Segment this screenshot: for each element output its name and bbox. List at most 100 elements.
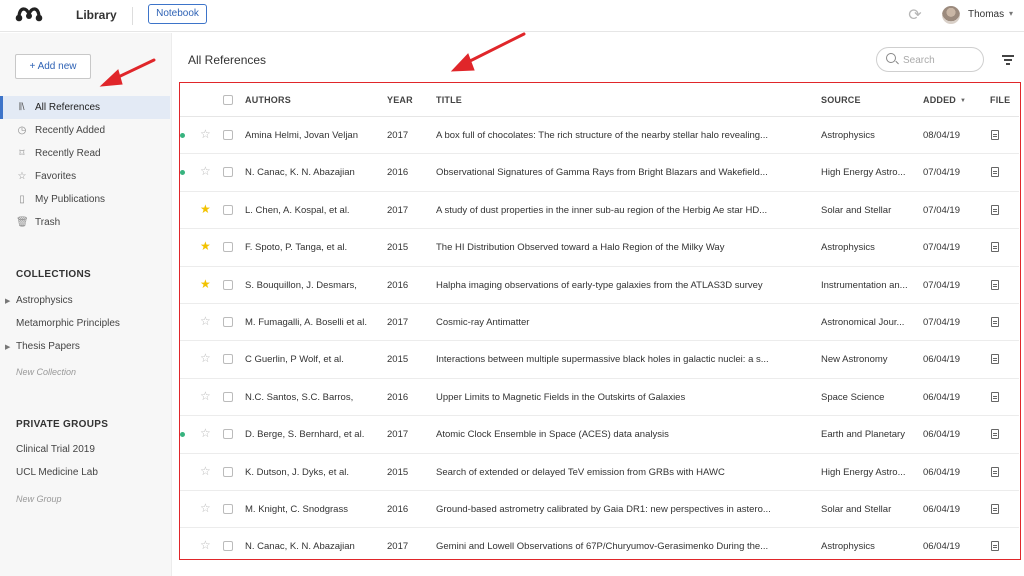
file-icon[interactable] [991,466,999,477]
column-year[interactable]: YEAR [387,95,413,105]
sidebar-item-label: My Publications [35,194,106,205]
cell-added: 06/04/19 [923,354,960,366]
column-authors[interactable]: AUTHORS [245,95,291,105]
mendeley-logo-icon[interactable] [14,5,44,23]
file-icon[interactable] [991,541,999,552]
row-checkbox[interactable] [223,317,233,327]
row-checkbox[interactable] [223,466,233,477]
table-row[interactable]: ☆ N. Canac, K. N. Abazajian 2016 Observatio… [180,154,1019,192]
cell-added: 06/04/19 [923,504,960,515]
table-row[interactable]: ★ L. Chen, A. Kospal, et al. 2017 A study o… [180,192,1019,230]
private-groups-heading: PRIVATE GROUPS [16,419,109,430]
row-checkbox[interactable] [223,204,233,215]
cell-year: 2016 [387,279,409,291]
table-row[interactable]: ☆ C Guerlin, P Wolf, et al. 2015 Interactio… [180,341,1019,379]
sidebar-item-recently-read[interactable]: ⌑ Recently Read [0,142,170,165]
sidebar: + Add new 𝄃\ All References ◷ Recently Adde… [0,33,172,576]
file-icon[interactable] [991,279,999,290]
search-box[interactable] [876,47,984,72]
file-icon[interactable] [991,317,999,327]
row-checkbox[interactable] [223,504,233,514]
favorite-star-icon[interactable]: ★ [200,239,211,253]
sync-icon[interactable]: ⟳ [906,7,924,25]
collection-item[interactable]: Thesis Papers [16,341,80,352]
sidebar-item-recently-added[interactable]: ◷ Recently Added [0,119,170,142]
cell-title: The HI Distribution Observed toward a Ha… [436,242,725,254]
cell-authors: N. Canac, K. N. Abazajian [245,167,355,179]
unread-dot-icon [180,170,185,176]
row-checkbox[interactable] [223,429,233,440]
row-checkbox[interactable] [223,167,233,178]
table-row[interactable]: ☆ M. Knight, C. Snodgrass 2016 Ground-based… [180,491,1019,529]
bookmark-icon: ⌑ [19,148,25,159]
favorite-star-icon[interactable]: ☆ [200,426,211,440]
table-row[interactable]: ☆ D. Berge, S. Bernhard, et al. 2017 Atomic… [180,416,1019,454]
row-checkbox[interactable] [223,279,233,290]
file-icon[interactable] [991,504,999,514]
file-icon[interactable] [991,167,999,178]
cell-title: A box full of chocolates: The rich struc… [436,130,768,141]
file-icon[interactable] [991,429,999,440]
notebook-button[interactable]: Notebook [148,4,207,24]
file-icon[interactable] [991,391,999,402]
user-name[interactable]: Thomas [968,9,1004,20]
collection-item[interactable]: Astrophysics [16,295,73,306]
cell-source: Solar and Stellar [821,204,892,216]
chevron-down-icon[interactable]: ▾ [1009,9,1013,18]
sidebar-item-favorites[interactable]: ☆ Favorites [0,165,170,188]
favorite-star-icon[interactable]: ★ [200,202,211,216]
file-icon[interactable] [991,242,999,253]
favorite-star-icon[interactable]: ☆ [200,351,211,365]
cell-added: 06/04/19 [923,391,960,403]
column-source[interactable]: SOURCE [821,95,861,105]
sidebar-item-trash[interactable]: 🗑 Trash [0,211,170,234]
table-row[interactable]: ☆ K. Dutson, J. Dyks, et al. 2015 Search of… [180,454,1019,491]
add-new-button[interactable]: + Add new [15,54,91,79]
library-icon: 𝄃\ [19,102,25,113]
row-checkbox[interactable] [223,242,233,253]
cell-source: New Astronomy [821,354,888,366]
favorite-star-icon[interactable]: ★ [200,277,211,291]
sidebar-item-all-references[interactable]: 𝄃\ All References [0,96,170,119]
cell-title: Interactions between multiple supermassi… [436,354,769,366]
chevron-right-icon[interactable]: ▶ [5,297,10,305]
table-row[interactable]: ☆ N. Canac, K. N. Abazajian 2017 Gemini and… [180,528,1019,565]
column-title[interactable]: TITLE [436,95,462,105]
table-row[interactable]: ★ F. Spoto, P. Tanga, et al. 2015 The HI Di… [180,229,1019,267]
file-icon[interactable] [991,354,999,365]
group-item[interactable]: Clinical Trial 2019 [16,444,95,455]
cell-title: A study of dust properties in the inner … [436,204,768,216]
table-row[interactable]: ☆ Amina Helmi, Jovan Veljan 2017 A box full… [180,117,1019,155]
favorite-star-icon[interactable]: ☆ [200,389,211,403]
divider [132,7,133,25]
favorite-star-icon[interactable]: ☆ [200,164,211,178]
favorite-star-icon[interactable]: ☆ [200,314,211,328]
references-table: AUTHORS YEAR TITLE SOURCE ADDED ▼ FILE ☆ A… [179,82,1021,560]
chevron-right-icon[interactable]: ▶ [5,343,10,351]
file-icon[interactable] [991,204,999,215]
favorite-star-icon[interactable]: ☆ [200,501,211,515]
favorite-star-icon[interactable]: ☆ [200,538,211,552]
collection-item[interactable]: Metamorphic Principles [16,318,120,329]
table-row[interactable]: ☆ M. Fumagalli, A. Boselli et al. 2017 Cosm… [180,304,1019,342]
column-added[interactable]: ADDED ▼ [923,95,966,105]
search-input[interactable] [903,52,979,68]
table-row[interactable]: ☆ N.C. Santos, S.C. Barros, 2016 Upper Limi… [180,379,1019,417]
row-checkbox[interactable] [223,354,233,365]
table-row[interactable]: ★ S. Bouquillon, J. Desmars, 2016 Halpha im… [180,267,1019,304]
select-all-checkbox[interactable] [223,95,233,105]
cell-authors: C Guerlin, P Wolf, et al. [245,354,344,366]
row-checkbox[interactable] [223,391,233,402]
favorite-star-icon[interactable]: ☆ [200,127,211,141]
new-group-link[interactable]: New Group [16,494,62,504]
sidebar-item-my-publications[interactable]: ▯ My Publications [0,188,170,211]
favorite-star-icon[interactable]: ☆ [200,464,211,478]
new-collection-link[interactable]: New Collection [16,367,76,377]
file-icon[interactable] [991,130,999,140]
column-file[interactable]: FILE [990,95,1010,105]
row-checkbox[interactable] [223,541,233,552]
filter-icon[interactable] [1002,55,1014,65]
avatar[interactable] [942,6,960,24]
row-checkbox[interactable] [223,130,233,140]
group-item[interactable]: UCL Medicine Lab [16,467,98,478]
